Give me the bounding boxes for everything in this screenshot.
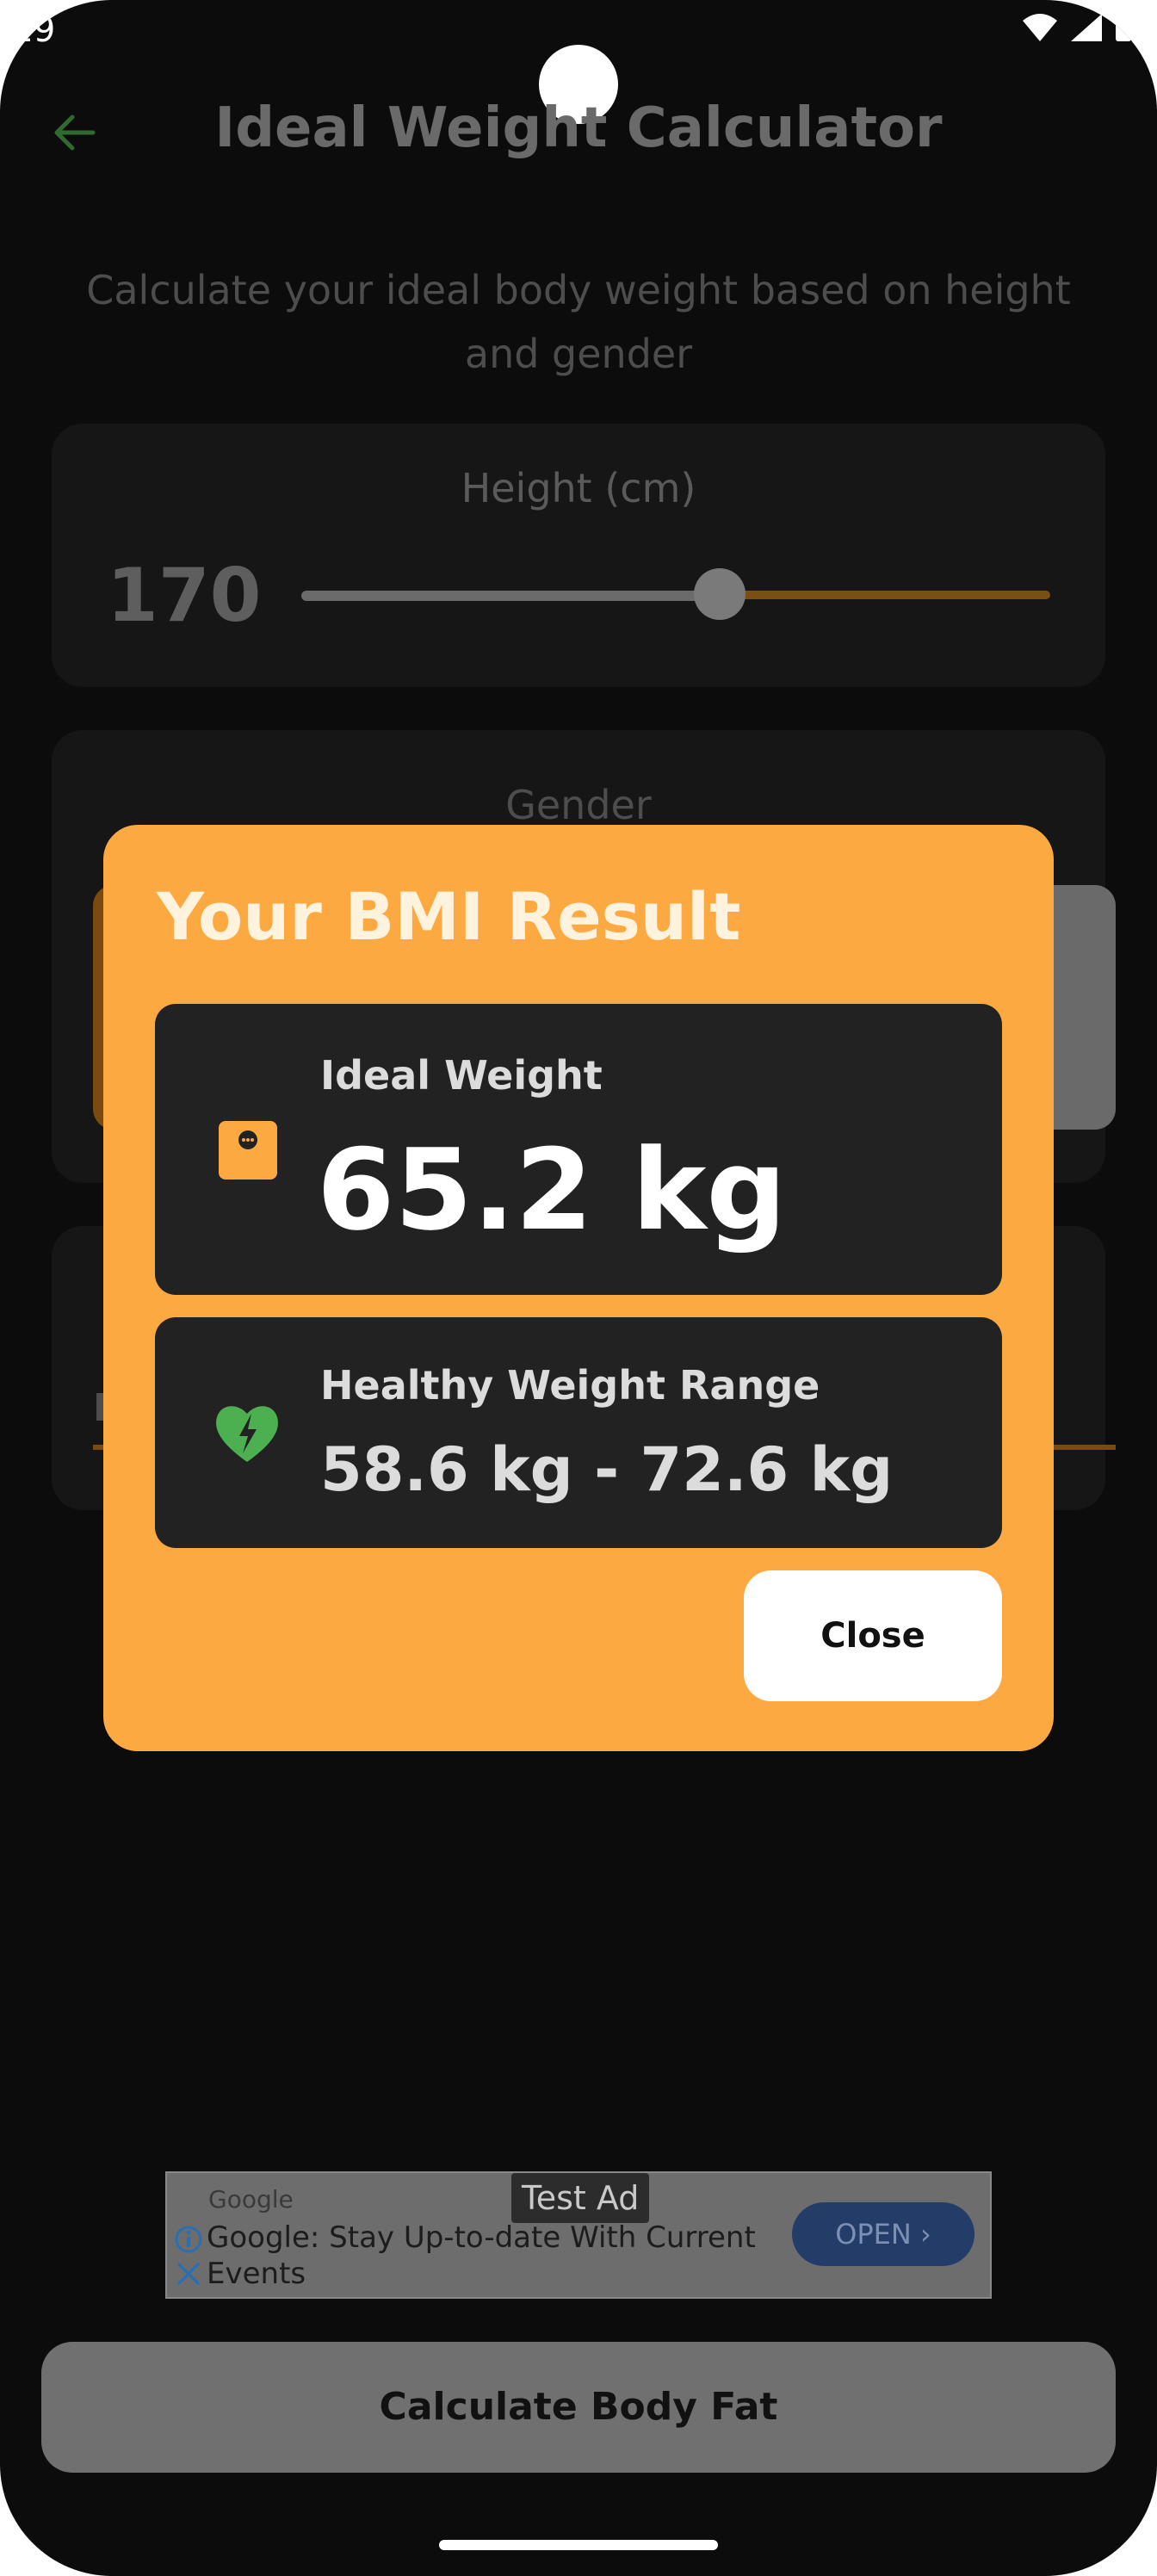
ad-advertiser: Google: [208, 2185, 294, 2214]
calculate-body-fat-button[interactable]: Calculate Body Fat: [41, 2342, 1116, 2473]
dialog-title: Your BMI Result: [157, 878, 741, 955]
status-icons: [1021, 12, 1133, 43]
ideal-weight-label: Ideal Weight: [320, 1052, 603, 1099]
scale-icon: [219, 1121, 277, 1180]
height-slider-active-track[interactable]: [301, 591, 732, 601]
battery-icon: [1116, 15, 1131, 41]
ad-close-icon[interactable]: [174, 2259, 203, 2288]
ideal-weight-value: 65.2 kg: [317, 1124, 787, 1255]
ad-open-button[interactable]: OPEN ›: [792, 2202, 974, 2266]
height-card: Height (cm) 170: [52, 424, 1105, 687]
result-dialog: Your BMI Result Ideal Weight 65.2 kg Hea…: [103, 825, 1054, 1751]
phone-screen: :29 Ideal Weight Calculator Calculate yo…: [0, 0, 1157, 2576]
chevron-right-icon: ›: [920, 2218, 931, 2251]
ad-banner[interactable]: Google Test Ad Google: Stay Up-to-date W…: [165, 2171, 992, 2299]
healthy-range-card: Healthy Weight Range 58.6 kg - 72.6 kg: [155, 1317, 1002, 1548]
height-value: 170: [107, 553, 262, 639]
wifi-icon: [1023, 14, 1057, 41]
ad-open-label: OPEN: [835, 2218, 912, 2251]
ideal-weight-card: Ideal Weight 65.2 kg: [155, 1004, 1002, 1295]
height-label: Height (cm): [461, 465, 696, 511]
height-slider-inactive-track[interactable]: [732, 591, 1050, 599]
home-indicator[interactable]: [439, 2540, 718, 2550]
ad-headline[interactable]: Google: Stay Up-to-date With Current Eve…: [207, 2220, 801, 2292]
test-ad-badge: Test Ad: [511, 2173, 650, 2223]
heart-bolt-icon: [216, 1406, 278, 1462]
healthy-range-label: Healthy Weight Range: [320, 1362, 820, 1409]
page-subtitle: Calculate your ideal body weight based o…: [86, 267, 1071, 377]
height-slider-thumb[interactable]: [694, 568, 746, 620]
signal-icon: [1071, 14, 1102, 41]
close-button[interactable]: Close: [744, 1570, 1002, 1701]
info-icon[interactable]: [174, 2225, 203, 2254]
healthy-range-value: 58.6 kg - 72.6 kg: [320, 1434, 894, 1505]
gender-label: Gender: [505, 782, 652, 828]
status-time: :29: [0, 10, 56, 50]
page-title: Ideal Weight Calculator: [214, 96, 943, 160]
